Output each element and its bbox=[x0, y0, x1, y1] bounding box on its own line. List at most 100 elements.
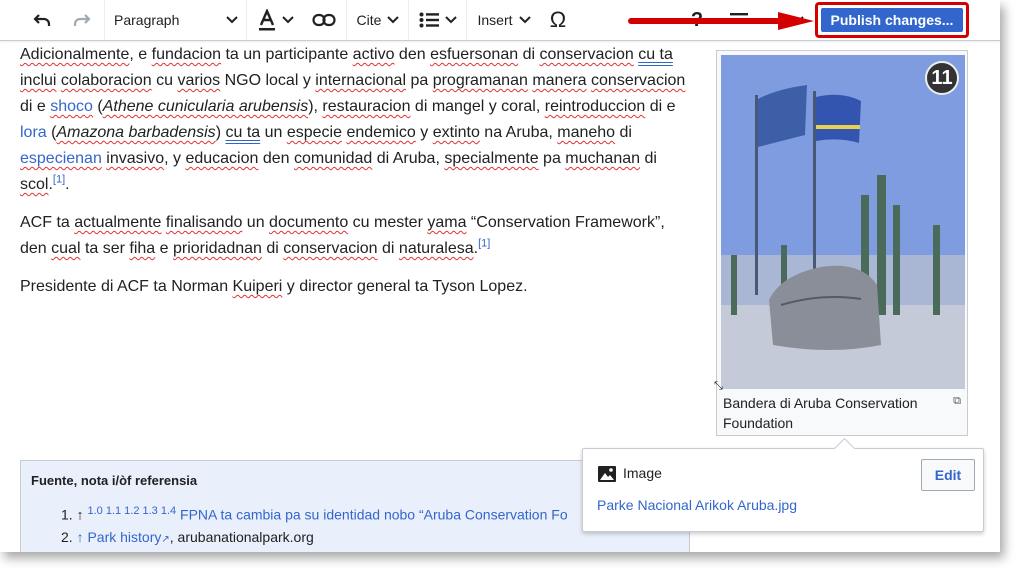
text: di bbox=[518, 46, 540, 63]
text: cual bbox=[51, 240, 81, 257]
text: den bbox=[394, 46, 431, 63]
text: NGO local y bbox=[220, 72, 316, 89]
text: pa bbox=[406, 72, 433, 89]
text: comunidad bbox=[294, 150, 373, 167]
paragraph-1[interactable]: Adicionalmente, e fundacion ta un partic… bbox=[20, 42, 692, 198]
text: na Aruba, bbox=[479, 124, 558, 141]
text: di bbox=[615, 124, 632, 141]
undo-button[interactable] bbox=[26, 0, 58, 40]
step-number-badge: 11 bbox=[925, 61, 959, 95]
omega-icon: Ω bbox=[549, 7, 567, 32]
text: . bbox=[65, 176, 70, 193]
reference-item: 1. ↑ 1.0 1.1 1.2 1.3 1.4 FPNA ta cambia … bbox=[61, 501, 568, 525]
text: cu ta bbox=[638, 46, 673, 63]
text: prioridadnan bbox=[173, 240, 262, 257]
text: pa bbox=[538, 150, 566, 167]
text: Amazona barbadensis bbox=[56, 124, 216, 141]
text: di e bbox=[645, 98, 676, 115]
edit-image-button[interactable]: Edit bbox=[921, 459, 975, 491]
text: , e bbox=[129, 46, 152, 63]
text: ), bbox=[308, 98, 323, 115]
text: ( bbox=[92, 98, 103, 115]
text: cu ta bbox=[225, 124, 261, 141]
image-icon bbox=[598, 466, 616, 482]
popup-caret bbox=[833, 437, 856, 460]
publish-changes-button[interactable]: Publish changes... bbox=[821, 8, 963, 32]
text: yama bbox=[427, 214, 467, 231]
text: educacion bbox=[185, 150, 259, 167]
reference-marker[interactable]: [1] bbox=[478, 238, 490, 250]
text: cu mester bbox=[348, 214, 428, 231]
backlink-arrow[interactable]: ↑ bbox=[77, 529, 84, 545]
reference-item: 2. ↑ Park history↗, arubanationalpark.or… bbox=[61, 527, 314, 550]
insert-dropdown[interactable]: Insert bbox=[474, 0, 534, 40]
chevron-down-icon bbox=[518, 16, 531, 24]
text: reintroduccion bbox=[544, 98, 646, 115]
chevron-down-icon bbox=[445, 16, 457, 24]
article-content[interactable]: Adicionalmente, e fundacion ta un partic… bbox=[20, 42, 692, 312]
insert-label: Insert bbox=[477, 12, 513, 28]
text: y director general ta Tyson Lopez. bbox=[282, 278, 528, 295]
reference-link[interactable]: Park history bbox=[87, 529, 161, 545]
paragraph-2[interactable]: ACF ta actualmente finalisando un docume… bbox=[20, 210, 692, 262]
thumbnail-image[interactable]: 11 bbox=[721, 55, 965, 389]
text-style-icon bbox=[259, 9, 275, 31]
editor-toolbar: Paragraph Cite Insert Ω ? bbox=[0, 0, 1000, 41]
link-especienan[interactable]: especienan bbox=[20, 150, 102, 167]
text: Kuiperi bbox=[232, 278, 283, 295]
text: naturalesa bbox=[398, 240, 474, 257]
annotation-arrow-icon bbox=[628, 12, 814, 30]
popup-type-label: Image bbox=[623, 465, 662, 481]
image-filename-link[interactable]: Parke Nacional Arikok Aruba.jpg bbox=[597, 497, 797, 513]
link-shoco[interactable]: shoco bbox=[50, 98, 93, 115]
text: activo bbox=[352, 46, 395, 63]
text: un bbox=[260, 124, 287, 141]
text: cu bbox=[151, 72, 178, 89]
special-character-button[interactable]: Ω bbox=[542, 0, 574, 40]
text: di mangel y coral, bbox=[410, 98, 545, 115]
paragraph-label: Paragraph bbox=[114, 12, 180, 28]
image-caption[interactable]: Bandera di Aruba Conservation Foundation bbox=[723, 393, 943, 433]
link-button[interactable] bbox=[308, 0, 340, 40]
text: di bbox=[377, 240, 399, 257]
image-thumbnail[interactable]: 11 Bandera di Aruba Conservation Foundat… bbox=[716, 50, 968, 436]
cite-label: Cite bbox=[356, 12, 382, 28]
text: fiha bbox=[129, 240, 156, 257]
link-lora[interactable]: lora bbox=[20, 124, 47, 141]
text: ta un participante bbox=[221, 46, 353, 63]
text: finalisando bbox=[165, 214, 243, 231]
reference-marker[interactable]: [1] bbox=[53, 174, 65, 186]
text: ) bbox=[215, 124, 226, 141]
text: den bbox=[258, 150, 294, 167]
reference-source: , arubanationalpark.org bbox=[169, 529, 314, 545]
list-dropdown[interactable] bbox=[416, 0, 460, 40]
reference-number: 2. bbox=[61, 529, 73, 545]
external-link-icon: ↗ bbox=[161, 534, 170, 545]
text: actualmente bbox=[74, 214, 162, 231]
text-style-dropdown[interactable] bbox=[256, 0, 296, 40]
text: varios bbox=[177, 72, 221, 89]
reference-link[interactable]: FPNA ta cambia pa su identidad nobo “Aru… bbox=[180, 507, 568, 523]
backlink-arrow[interactable]: ↑ bbox=[77, 507, 84, 523]
text: Adicionalmente bbox=[20, 46, 130, 63]
image-context-popup: Image Edit Parke Nacional Arikok Aruba.j… bbox=[582, 437, 984, 532]
redo-button[interactable] bbox=[66, 0, 98, 40]
resize-handle-icon[interactable]: ⤡ bbox=[714, 380, 723, 393]
text: un bbox=[242, 214, 270, 231]
backref-links[interactable]: 1.0 1.1 1.2 1.3 1.4 bbox=[87, 505, 176, 517]
editor-page: Paragraph Cite Insert Ω ? bbox=[0, 0, 1000, 552]
text: di e bbox=[20, 98, 51, 115]
magnify-icon[interactable]: ⧉ bbox=[953, 395, 961, 408]
chevron-down-icon bbox=[282, 16, 294, 24]
text: di bbox=[640, 150, 657, 167]
text: y bbox=[415, 124, 433, 141]
text: Athene cunicularia arubensis bbox=[102, 98, 309, 115]
paragraph-3[interactable]: Presidente di ACF ta Norman Kuiperi y di… bbox=[20, 274, 692, 300]
text: endemico bbox=[346, 124, 416, 141]
text: specialmente bbox=[444, 150, 539, 167]
text: ( bbox=[46, 124, 57, 141]
text: di Aruba, bbox=[372, 150, 445, 167]
paragraph-format-dropdown[interactable]: Paragraph bbox=[114, 0, 238, 40]
cite-dropdown[interactable]: Cite bbox=[354, 0, 402, 40]
text: Presidente di ACF ta Norman bbox=[20, 278, 233, 295]
